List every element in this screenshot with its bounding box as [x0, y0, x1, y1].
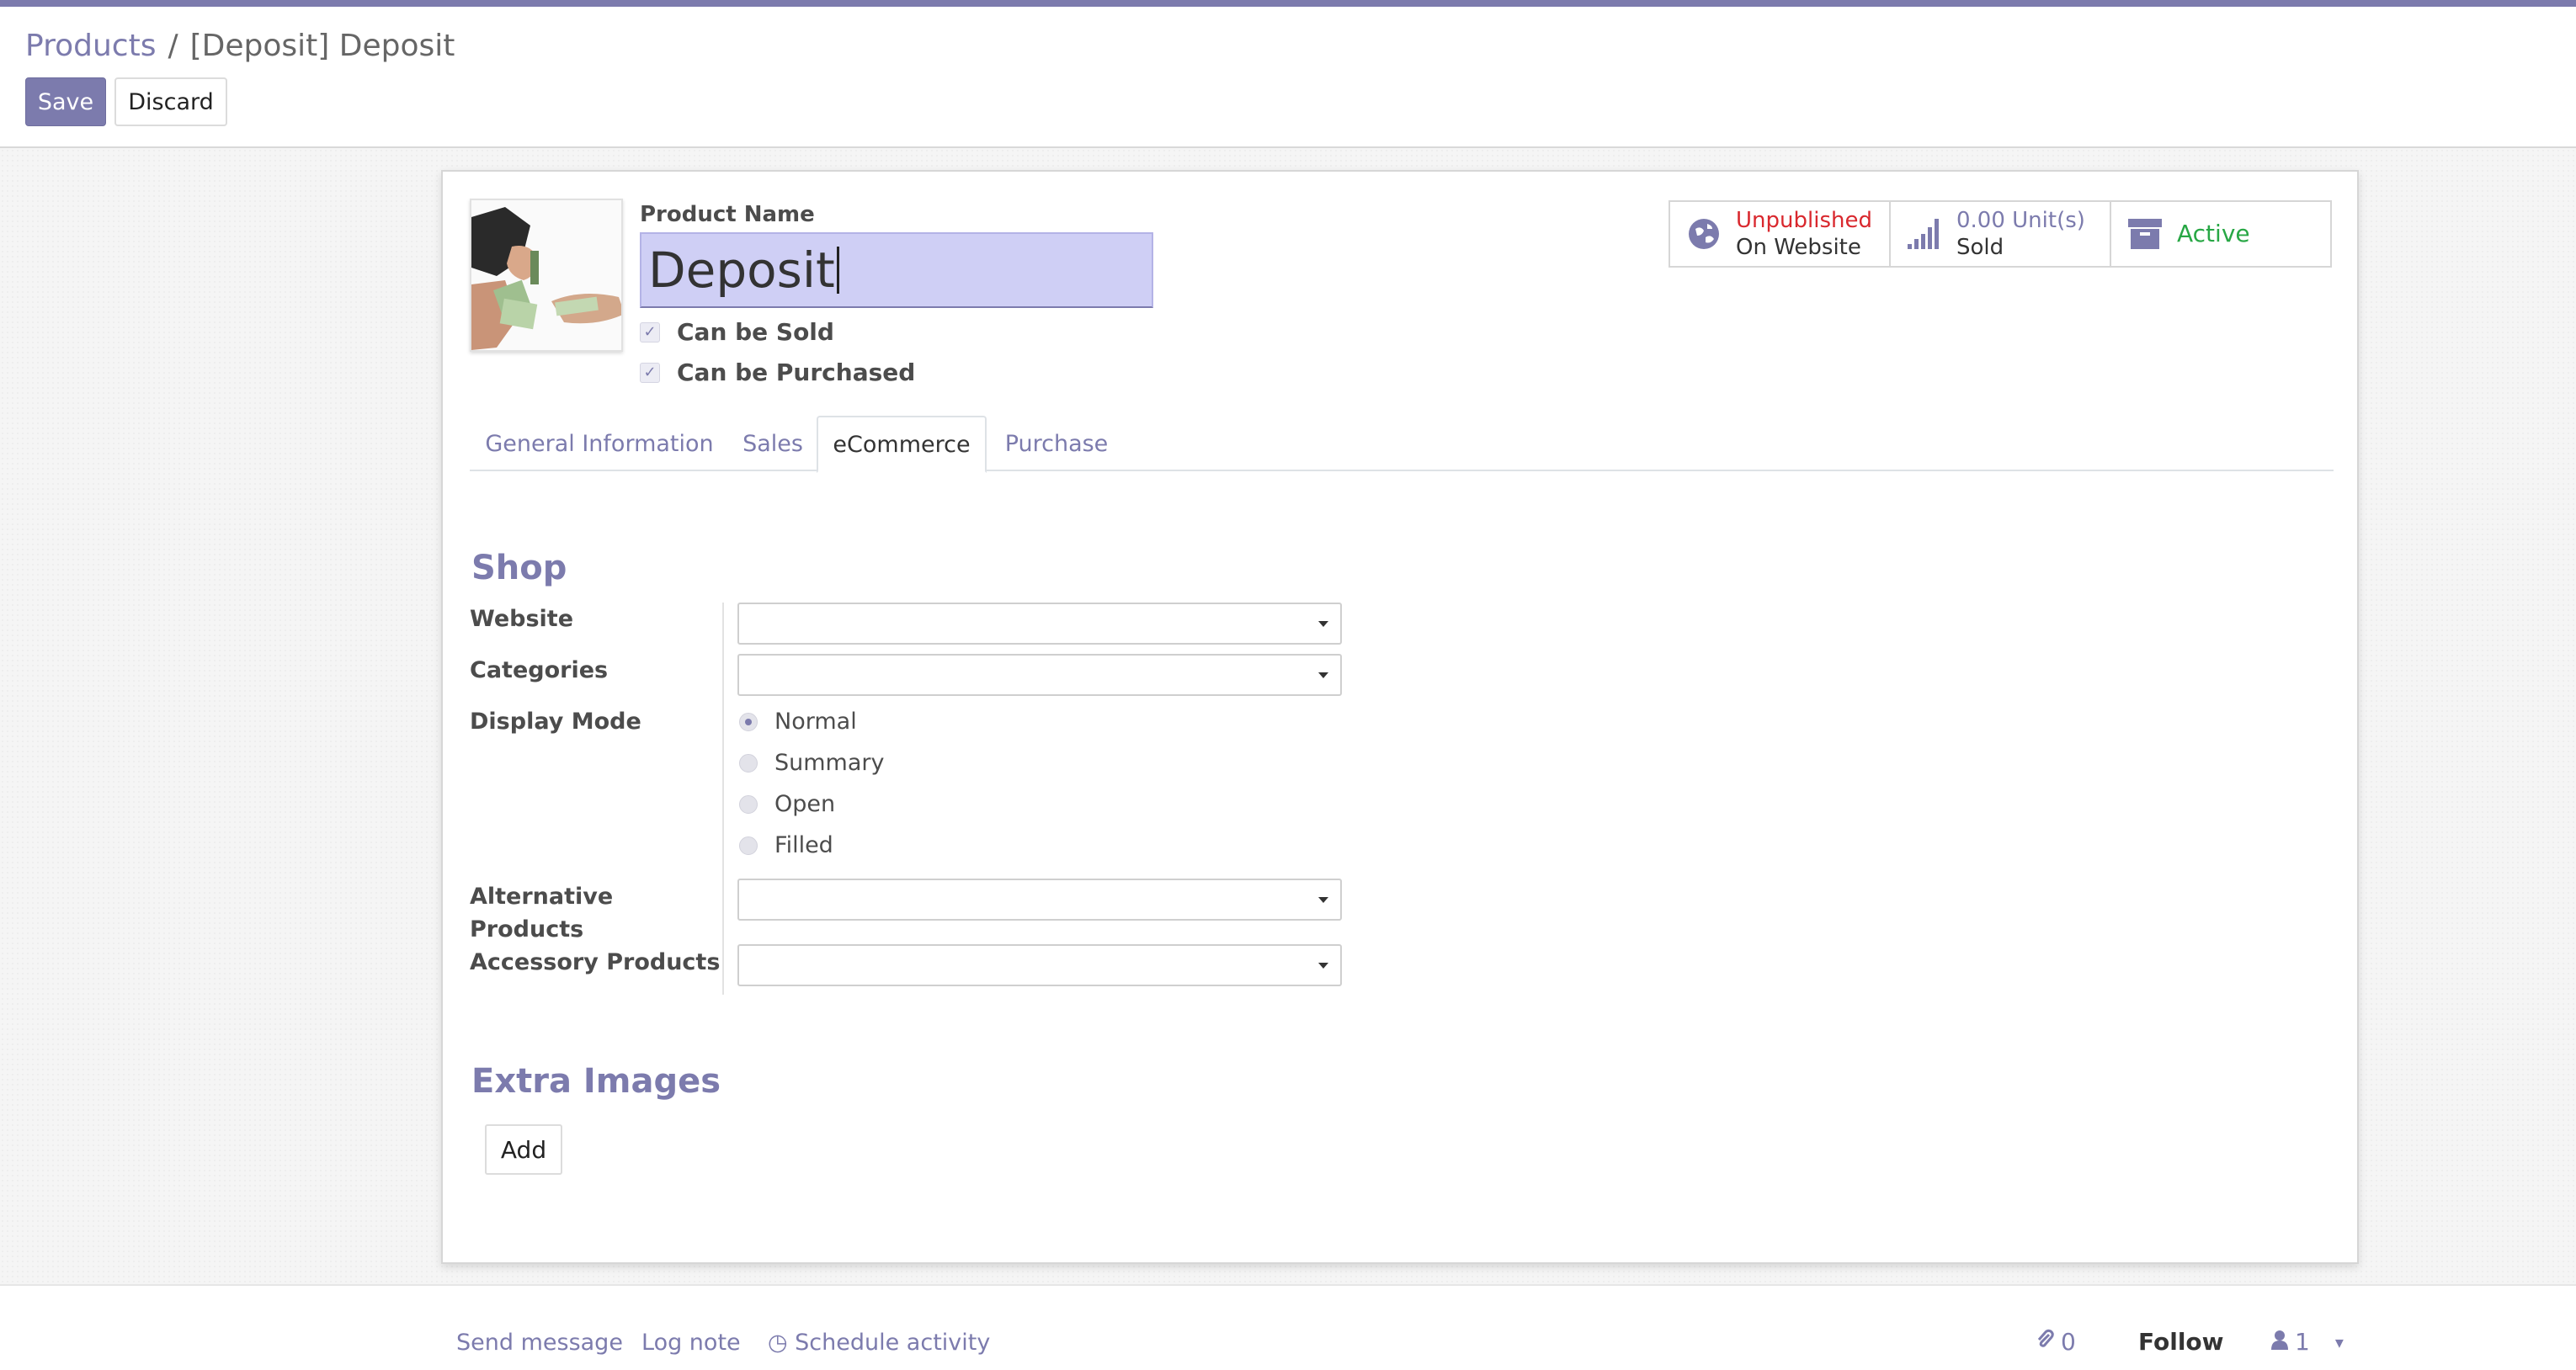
website-publish-button[interactable]: Unpublished On Website	[1670, 202, 1891, 266]
radio-button-checked[interactable]	[739, 712, 758, 731]
clock-icon: ◷	[768, 1330, 788, 1356]
archive-box-icon	[2126, 215, 2164, 252]
breadcrumb-separator: /	[168, 29, 178, 63]
paperclip-icon	[2036, 1328, 2054, 1356]
tab-purchase[interactable]: Purchase	[987, 416, 1126, 471]
can-be-purchased-checkbox[interactable]: ✓	[640, 362, 660, 383]
schedule-activity-button[interactable]: ◷ Schedule activity	[768, 1330, 990, 1356]
form-view-background: Product Name Deposit ✓ Can be Sold ✓ Can…	[0, 148, 2576, 1284]
can-be-purchased-row: ✓ Can be Purchased	[640, 358, 915, 386]
send-message-button[interactable]: Send message	[456, 1330, 623, 1356]
form-sheet: Product Name Deposit ✓ Can be Sold ✓ Can…	[441, 170, 2359, 1264]
signal-bars-icon	[1906, 215, 1943, 252]
units-sold-caption: Sold	[1956, 235, 2004, 260]
save-button[interactable]: Save	[25, 77, 106, 126]
tab-ecommerce[interactable]: eCommerce	[817, 416, 987, 473]
alternative-products-label: Alternative Products	[470, 880, 613, 946]
alternative-products-label-line1: Alternative	[470, 884, 614, 910]
display-mode-option-open[interactable]: Open	[739, 788, 835, 820]
product-image[interactable]	[470, 199, 623, 352]
attachments-count: 0	[2061, 1328, 2076, 1356]
website-label: Website	[470, 606, 574, 632]
display-mode-option-normal[interactable]: Normal	[739, 705, 857, 738]
units-sold-value: 0.00 Unit(s)	[1956, 208, 2085, 233]
breadcrumb-current: [Deposit] Deposit	[189, 29, 455, 63]
radio-button[interactable]	[739, 836, 758, 855]
categories-label: Categories	[470, 657, 609, 683]
product-name-value: Deposit	[648, 242, 835, 299]
chevron-down-icon: ▾	[2334, 1331, 2344, 1352]
can-be-sold-checkbox[interactable]: ✓	[640, 321, 660, 342]
accessory-products-label: Accessory Products	[470, 949, 721, 975]
extra-images-title: Extra Images	[471, 1062, 721, 1101]
display-mode-normal-label: Normal	[774, 709, 857, 735]
breadcrumb-products-link[interactable]: Products	[25, 29, 156, 63]
notebook-tabs: General Information Sales eCommerce Purc…	[470, 416, 2334, 473]
website-status-caption: On Website	[1736, 235, 1861, 260]
chevron-down-icon	[1318, 672, 1328, 678]
alternative-products-label-line2: Products	[470, 916, 584, 943]
display-mode-option-summary[interactable]: Summary	[739, 746, 884, 779]
product-name-input[interactable]: Deposit	[640, 232, 1153, 308]
log-note-button[interactable]: Log note	[641, 1330, 741, 1356]
active-toggle-button[interactable]: Active	[2111, 202, 2330, 266]
field-divider	[722, 603, 724, 995]
shop-section-title: Shop	[471, 549, 567, 587]
product-name-label: Product Name	[640, 202, 815, 227]
follow-button[interactable]: Follow	[2138, 1328, 2224, 1356]
alternative-products-select[interactable]	[737, 879, 1342, 921]
display-mode-label: Display Mode	[470, 709, 641, 735]
breadcrumb: Products / [Deposit] Deposit	[25, 29, 455, 63]
radio-button[interactable]	[739, 753, 758, 773]
chevron-down-icon	[1318, 621, 1328, 627]
discard-button[interactable]: Discard	[114, 77, 227, 126]
chatter: Send message Log note ◷ Schedule activit…	[0, 1284, 2576, 1370]
smart-buttons: Unpublished On Website 0.00 Unit(s) Sold	[1669, 200, 2332, 268]
attachments-button[interactable]: 0	[2036, 1328, 2076, 1356]
control-panel: Products / [Deposit] Deposit Save Discard	[0, 7, 2576, 148]
globe-icon	[1685, 215, 1722, 252]
radio-button[interactable]	[739, 794, 758, 814]
display-mode-open-label: Open	[774, 791, 836, 817]
chevron-down-icon	[1318, 963, 1328, 969]
categories-select[interactable]	[737, 654, 1342, 696]
active-label: Active	[2177, 220, 2250, 247]
accessory-products-select[interactable]	[737, 944, 1342, 986]
tab-sales[interactable]: Sales	[729, 416, 817, 471]
display-mode-filled-label: Filled	[774, 832, 833, 858]
display-mode-option-filled[interactable]: Filled	[739, 829, 833, 862]
add-image-button[interactable]: Add	[485, 1124, 562, 1175]
can-be-purchased-label: Can be Purchased	[677, 358, 916, 386]
can-be-sold-row: ✓ Can be Sold	[640, 318, 834, 346]
schedule-activity-label: Schedule activity	[795, 1330, 991, 1356]
text-caret	[836, 247, 839, 294]
followers-count: 1	[2295, 1328, 2310, 1356]
units-sold-button[interactable]: 0.00 Unit(s) Sold	[1891, 202, 2111, 266]
website-select[interactable]	[737, 603, 1342, 645]
top-accent-bar	[0, 0, 2576, 7]
followers-button[interactable]: 1 ▾	[2271, 1328, 2344, 1356]
website-status: Unpublished	[1736, 208, 1872, 233]
chevron-down-icon	[1318, 897, 1328, 903]
display-mode-summary-label: Summary	[774, 750, 885, 776]
can-be-sold-label: Can be Sold	[677, 318, 834, 346]
cash-handover-photo-icon	[471, 200, 621, 350]
user-icon	[2271, 1328, 2288, 1356]
tab-general-information[interactable]: General Information	[470, 416, 729, 471]
